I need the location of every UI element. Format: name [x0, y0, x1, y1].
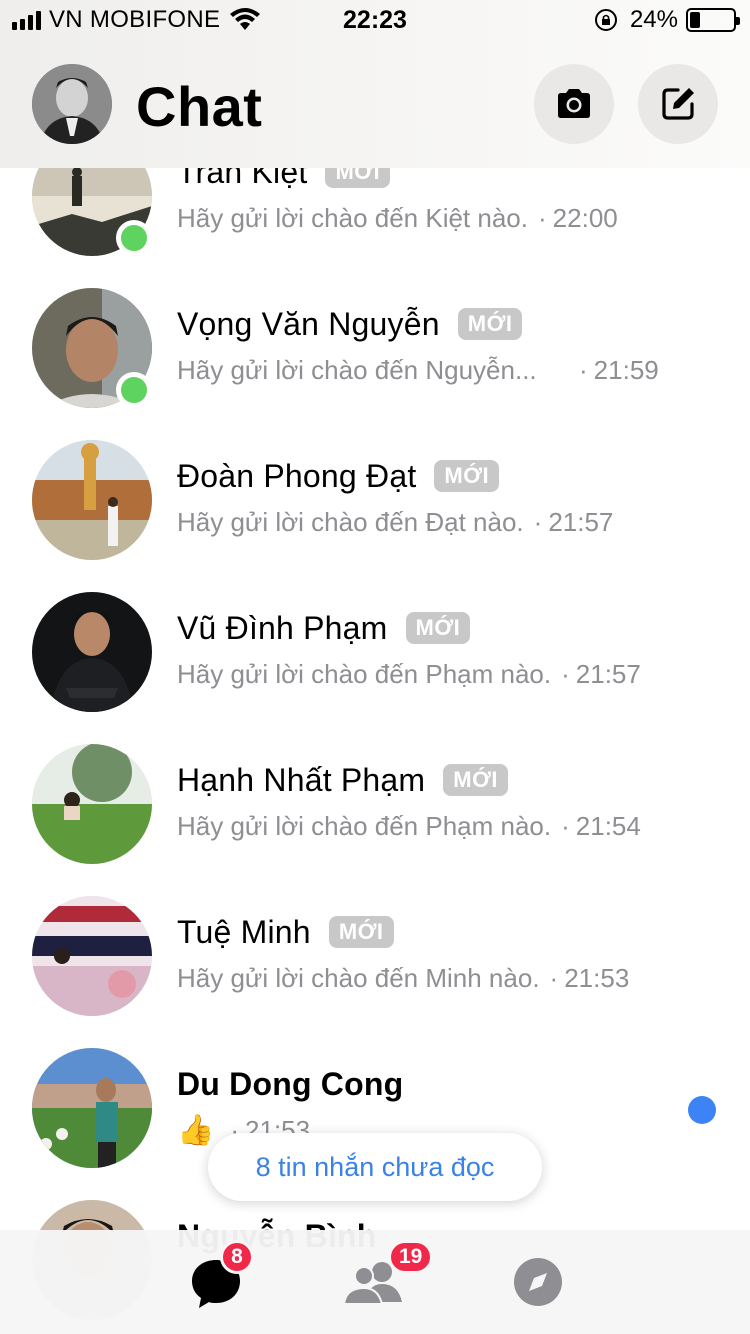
- separator: ·: [538, 202, 547, 233]
- profile-avatar[interactable]: [32, 64, 112, 144]
- message-preview: Hãy gửi lời chào đến Kiệt nào.: [177, 202, 528, 233]
- conversation-row[interactable]: Tuệ Minh MỚI Hãy gửi lời chào đến Minh n…: [0, 896, 750, 1048]
- avatar: [32, 440, 152, 560]
- camera-button[interactable]: [534, 64, 614, 144]
- separator: ·: [579, 354, 588, 385]
- contact-name: Vọng Văn Nguyễn: [177, 305, 440, 342]
- separator: ·: [533, 506, 543, 537]
- thumbs-up-icon: 👍: [177, 1113, 215, 1147]
- people-count: 19: [388, 1240, 434, 1274]
- contact-name: Đoàn Phong Đạt: [177, 457, 417, 494]
- new-badge: MỚI: [457, 308, 523, 340]
- message-time: 21:57: [575, 658, 641, 689]
- page-title: Chat: [136, 75, 263, 138]
- message-time: 21:53: [564, 962, 630, 993]
- message-preview: Hãy gửi lời chào đến Nguyễn...: [177, 354, 537, 385]
- separator: ·: [561, 658, 570, 689]
- compose-button[interactable]: [638, 64, 718, 144]
- message-preview: Hãy gửi lời chào đến Phạm nào.: [177, 810, 552, 841]
- avatar: [32, 744, 152, 864]
- separator: ·: [549, 962, 559, 993]
- contact-name: Du Dong Cong: [177, 1065, 404, 1102]
- unread-messages-pill[interactable]: 8 tin nhắn chưa đọc: [208, 1133, 542, 1201]
- message-time: 21:54: [575, 810, 641, 841]
- message-preview: Hãy gửi lời chào đến Minh nào.: [177, 962, 540, 993]
- contact-name: Tuệ Minh: [177, 913, 311, 950]
- new-badge: MỚI: [405, 612, 471, 644]
- separator: ·: [561, 810, 570, 841]
- tab-chats[interactable]: 8: [186, 1240, 254, 1312]
- contact-name: Hạnh Nhất Phạm: [177, 761, 426, 798]
- rotation-lock-icon: [594, 9, 617, 31]
- avatar: [32, 592, 152, 712]
- tab-discover[interactable]: [508, 1252, 568, 1312]
- message-preview: Hãy gửi lời chào đến Phạm nào.: [177, 658, 552, 689]
- contact-name: Vũ Đình Phạm: [177, 609, 388, 646]
- camera-icon: [558, 89, 590, 118]
- message-time: 22:00: [552, 202, 618, 233]
- unread-indicator: [688, 1096, 716, 1124]
- compose-icon: [662, 88, 694, 120]
- conversation-row[interactable]: Vũ Đình Phạm MỚI Hãy gửi lời chào đến Ph…: [0, 592, 750, 744]
- tab-bar: 8 19: [0, 1230, 750, 1334]
- new-badge: MỚI: [443, 764, 508, 796]
- tab-people[interactable]: 19: [344, 1240, 434, 1312]
- avatar: [32, 1048, 152, 1168]
- messenger-chat-screen: Trần Kiệt MỚI Hãy gửi lời chào đến Kiệt …: [0, 0, 750, 1334]
- online-indicator: [116, 372, 152, 408]
- message-preview: Hãy gửi lời chào đến Đạt nào.: [177, 506, 524, 537]
- conversation-row[interactable]: Hạnh Nhất Phạm MỚI Hãy gửi lời chào đến …: [0, 744, 750, 896]
- conversation-row[interactable]: Đoàn Phong Đạt MỚI Hãy gửi lời chào đến …: [0, 440, 750, 592]
- status-bar: VN MOBIFONE 22:23 24%: [0, 0, 750, 40]
- new-badge: MỚI: [434, 460, 500, 492]
- top-header: VN MOBIFONE 22:23 24% Chat: [0, 0, 750, 168]
- battery-icon: [686, 8, 740, 32]
- avatar: [32, 896, 152, 1016]
- online-indicator: [116, 220, 152, 256]
- battery-percentage: 24%: [629, 6, 678, 33]
- compass-icon: [514, 1258, 562, 1306]
- new-badge: MỚI: [328, 916, 394, 948]
- message-time: 21:59: [593, 354, 659, 385]
- chats-unread-count: 8: [220, 1240, 254, 1274]
- message-time: 21:57: [548, 506, 614, 537]
- conversation-row[interactable]: Vọng Văn Nguyễn MỚI Hãy gửi lời chào đến…: [0, 288, 750, 440]
